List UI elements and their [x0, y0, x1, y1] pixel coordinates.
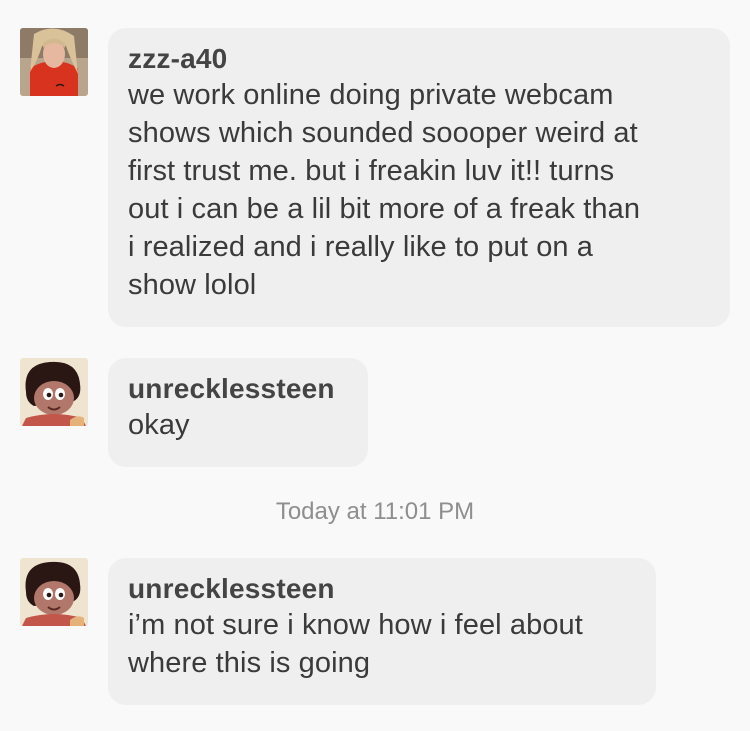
timestamp-divider: Today at 11:01 PM [275, 498, 475, 525]
sender-name[interactable]: zzz-a40 [128, 42, 710, 76]
chat-thread: zzz-a40 we work online doing private web… [0, 0, 750, 731]
cartoon-avatar-icon [20, 558, 88, 626]
message-text: okay [128, 409, 190, 441]
message-bubble: zzz-a40 we work online doing private web… [108, 28, 730, 327]
message-text: i’m not sure i know how i feel about whe… [128, 609, 583, 679]
message-bubble: unrecklessteen okay [108, 358, 368, 467]
sender-name[interactable]: unrecklessteen [128, 572, 636, 606]
avatar[interactable] [20, 558, 88, 626]
sender-name[interactable]: unrecklessteen [128, 372, 348, 406]
profile-photo-icon [20, 28, 88, 96]
cartoon-avatar-icon [20, 358, 88, 426]
avatar[interactable] [20, 358, 88, 426]
avatar[interactable] [20, 28, 88, 96]
message-bubble: unrecklessteen i’m not sure i know how i… [108, 558, 656, 705]
message-text: we work online doing private webcam show… [128, 79, 641, 301]
